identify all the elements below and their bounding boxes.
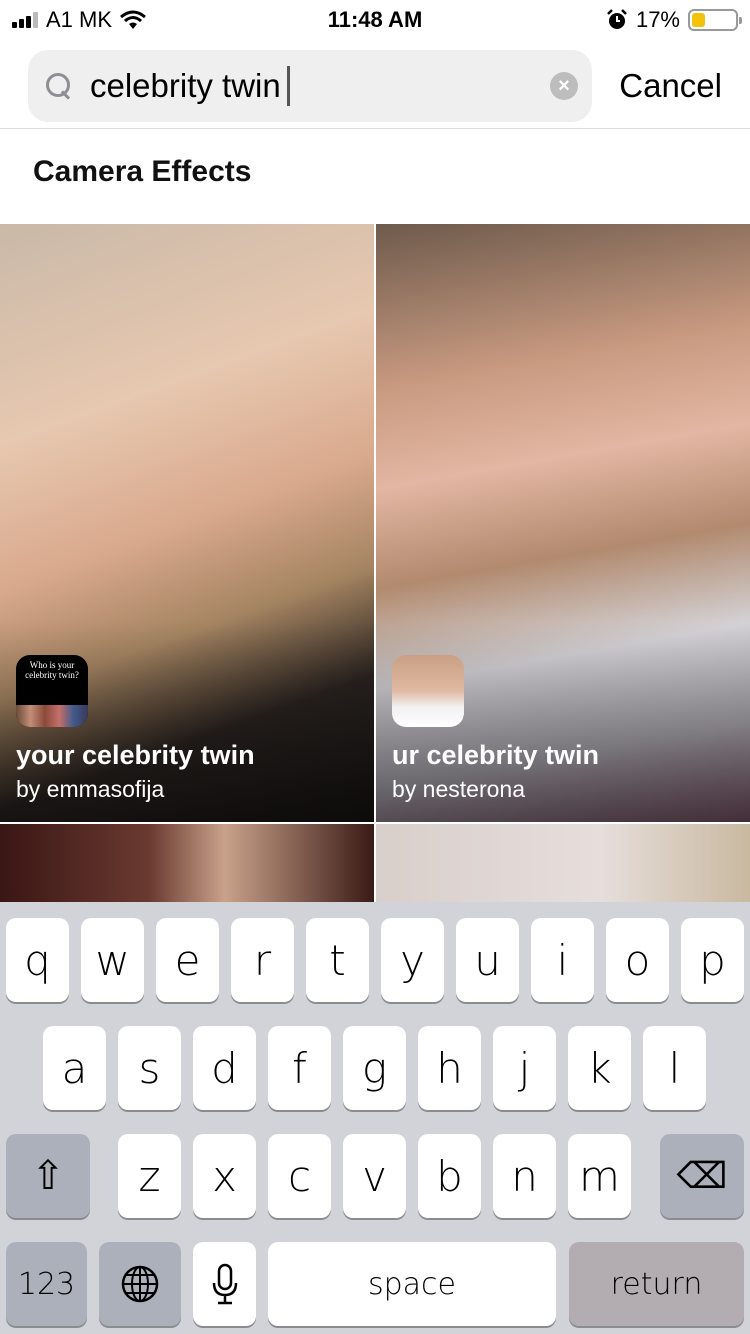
key-m[interactable]: m xyxy=(568,1134,631,1218)
key-b[interactable]: b xyxy=(418,1134,481,1218)
effect-card[interactable]: ur celebrity twin by nesterona xyxy=(376,224,750,822)
search-bar: celebrity twin × Cancel xyxy=(0,50,750,122)
key-a[interactable]: a xyxy=(43,1026,106,1110)
space-key[interactable]: space xyxy=(268,1242,556,1326)
battery-icon xyxy=(688,9,742,31)
carrier-label: A1 MK xyxy=(46,7,113,32)
effect-name: ur celebrity twin xyxy=(392,740,600,770)
cancel-button[interactable]: Cancel xyxy=(619,67,722,105)
shift-key[interactable]: ⇧ xyxy=(6,1134,90,1218)
effect-author: by nesterona xyxy=(392,776,525,802)
effect-card[interactable] xyxy=(0,824,374,904)
key-r[interactable]: r xyxy=(231,918,294,1002)
key-h[interactable]: h xyxy=(418,1026,481,1110)
globe-icon xyxy=(121,1265,159,1303)
effect-thumbnail: Who is your celebrity twin? xyxy=(16,655,88,727)
effect-thumbnail xyxy=(392,655,464,727)
key-j[interactable]: j xyxy=(493,1026,556,1110)
status-bar: A1 MK 11:48 AM 17% xyxy=(0,0,750,40)
effect-card[interactable]: Who is your celebrity twin? your celebri… xyxy=(0,224,374,822)
search-icon xyxy=(44,71,74,101)
key-k[interactable]: k xyxy=(568,1026,631,1110)
key-l[interactable]: l xyxy=(643,1026,706,1110)
keyboard: ⇧ ⌫ 123 space return qwertyuiop asdfghjkl… xyxy=(0,902,750,1334)
key-z[interactable]: z xyxy=(118,1134,181,1218)
key-v[interactable]: v xyxy=(343,1134,406,1218)
divider xyxy=(0,128,750,129)
alarm-icon xyxy=(607,9,627,29)
search-input[interactable]: celebrity twin × xyxy=(28,50,592,122)
key-c[interactable]: c xyxy=(268,1134,331,1218)
effects-grid: Who is your celebrity twin? your celebri… xyxy=(0,224,750,904)
microphone-icon xyxy=(212,1263,237,1305)
key-f[interactable]: f xyxy=(268,1026,331,1110)
effect-card[interactable] xyxy=(376,824,750,904)
text-cursor xyxy=(286,66,290,106)
delete-key[interactable]: ⌫ xyxy=(660,1134,744,1218)
numbers-key[interactable]: 123 xyxy=(6,1242,87,1326)
key-y[interactable]: y xyxy=(381,918,444,1002)
key-x[interactable]: x xyxy=(193,1134,256,1218)
key-s[interactable]: s xyxy=(118,1026,181,1110)
section-title: Camera Effects xyxy=(33,155,252,188)
key-i[interactable]: i xyxy=(531,918,594,1002)
shift-icon: ⇧ xyxy=(31,1153,65,1199)
wifi-icon xyxy=(120,10,146,29)
key-p[interactable]: p xyxy=(681,918,744,1002)
key-e[interactable]: e xyxy=(156,918,219,1002)
key-w[interactable]: w xyxy=(81,918,144,1002)
return-key[interactable]: return xyxy=(569,1242,744,1326)
delete-icon: ⌫ xyxy=(676,1155,728,1197)
key-g[interactable]: g xyxy=(343,1026,406,1110)
search-query[interactable]: celebrity twin xyxy=(90,67,281,105)
key-u[interactable]: u xyxy=(456,918,519,1002)
microphone-key[interactable] xyxy=(193,1242,256,1326)
effect-name: your celebrity twin xyxy=(16,740,255,770)
signal-icon xyxy=(12,12,38,28)
key-n[interactable]: n xyxy=(493,1134,556,1218)
effect-author: by emmasofija xyxy=(16,776,165,802)
key-t[interactable]: t xyxy=(306,918,369,1002)
key-o[interactable]: o xyxy=(606,918,669,1002)
globe-key[interactable] xyxy=(99,1242,181,1326)
key-q[interactable]: q xyxy=(6,918,69,1002)
key-d[interactable]: d xyxy=(193,1026,256,1110)
clear-search-button[interactable]: × xyxy=(550,72,578,100)
battery-percent: 17% xyxy=(635,7,680,32)
